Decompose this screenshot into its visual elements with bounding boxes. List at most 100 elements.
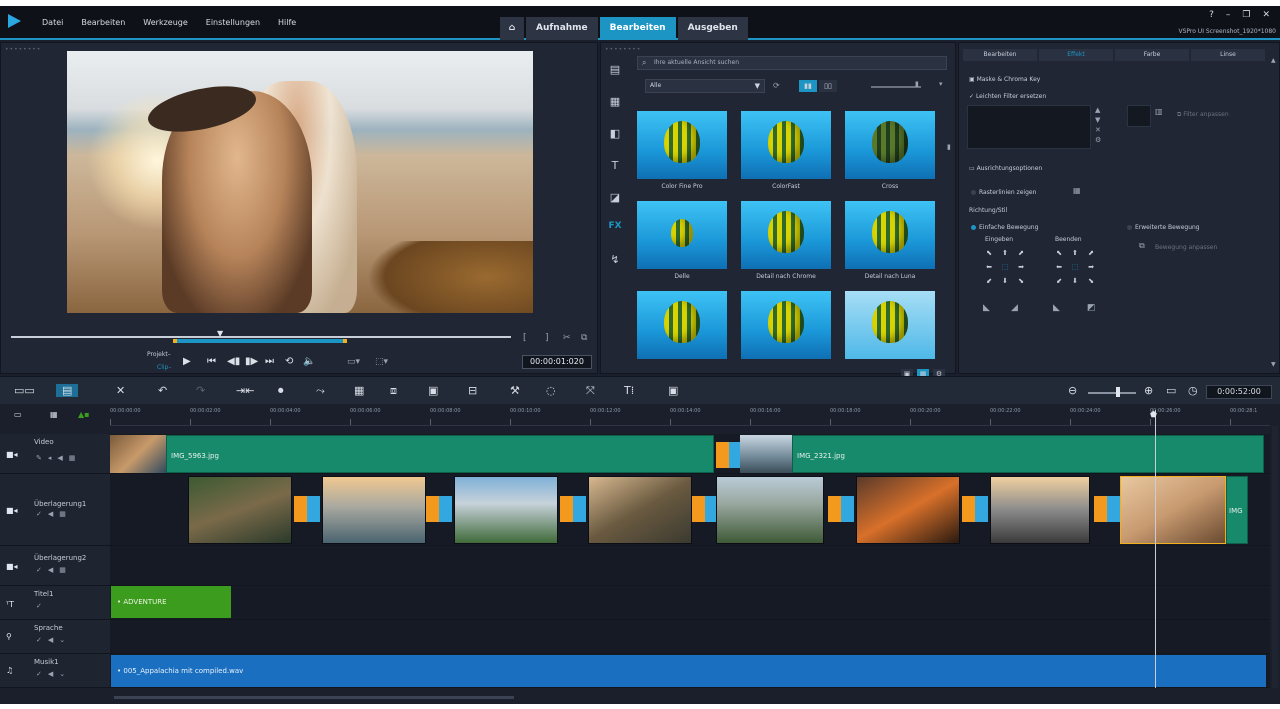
overlay-clip-end[interactable]: IMG bbox=[1226, 476, 1248, 544]
menu-file[interactable]: Datei bbox=[42, 18, 63, 27]
minimize-icon[interactable]: – bbox=[1226, 10, 1231, 20]
previous-frame-button[interactable]: ◀▮ bbox=[227, 356, 240, 367]
tools-icon[interactable]: ✕ bbox=[116, 384, 125, 397]
track-controls[interactable]: ✎◂◀▦ bbox=[36, 454, 81, 462]
tab-share[interactable]: Ausgeben bbox=[677, 17, 748, 40]
media-icon[interactable]: ▤ bbox=[607, 63, 623, 77]
volume-button[interactable]: 🔈 bbox=[303, 356, 315, 367]
track-header-video[interactable]: ■◂ Video ✎◂◀▦ bbox=[0, 434, 110, 474]
light-filter-checkbox[interactable]: ✓ Leichten Filter ersetzen bbox=[969, 93, 1046, 100]
stop-motion-icon[interactable]: ▣ bbox=[668, 384, 678, 397]
applied-filters-list[interactable] bbox=[967, 105, 1091, 149]
filter-fx-icon[interactable]: FX bbox=[607, 221, 623, 235]
next-frame-button[interactable]: ▮▶ bbox=[245, 356, 258, 367]
custom-motion-icon[interactable]: ⧉ bbox=[1139, 241, 1145, 251]
menu-edit[interactable]: Bearbeiten bbox=[81, 18, 125, 27]
overlay-clip-selected[interactable] bbox=[1120, 476, 1226, 544]
tab-color[interactable]: Farbe bbox=[1115, 49, 1189, 61]
transition-marker[interactable] bbox=[692, 496, 718, 522]
track-controls[interactable]: ✓◀⌄ bbox=[36, 636, 71, 644]
track-header-title[interactable]: ᵀT Titel1 ✓ bbox=[0, 586, 110, 620]
custom-motion-button[interactable]: Bewegung anpassen bbox=[1155, 244, 1217, 251]
clip-mode-label[interactable]: Clip– bbox=[157, 364, 171, 371]
fit-project-icon[interactable]: ▭ bbox=[1166, 384, 1176, 397]
library-search-input[interactable]: ⌕ Ihre aktuelle Ansicht suchen bbox=[637, 56, 947, 70]
video-clip-thumbnail[interactable] bbox=[740, 435, 792, 473]
grid-settings-icon[interactable]: ▦ bbox=[1073, 186, 1081, 195]
repeat-button[interactable]: ⟲ bbox=[285, 356, 293, 367]
timeline-horizontal-scrollbar[interactable] bbox=[114, 696, 514, 699]
play-button[interactable]: ▶ bbox=[183, 356, 191, 367]
align-options-button[interactable]: ▭ Ausrichtungsoptionen bbox=[969, 165, 1042, 172]
title-clip[interactable]: • ADVENTURE bbox=[111, 586, 231, 618]
scrub-handle-icon[interactable]: ▼ bbox=[217, 329, 223, 338]
auto-music-icon[interactable]: ◌ bbox=[546, 384, 556, 397]
transition-marker[interactable] bbox=[828, 496, 854, 522]
zoom-out-icon[interactable]: ⊖ bbox=[1068, 384, 1077, 397]
filter-thumbnail[interactable] bbox=[741, 201, 831, 269]
help-icon[interactable]: ? bbox=[1209, 10, 1214, 20]
show-grid-option[interactable]: Rasterlinien zeigen bbox=[971, 189, 1036, 196]
track-controls[interactable]: ✓◀⌄ bbox=[36, 670, 71, 678]
overlay-clip[interactable] bbox=[990, 476, 1090, 544]
library-menu-icon[interactable]: ▾ bbox=[939, 80, 943, 88]
rotate-before-icon[interactable]: ◣ bbox=[983, 303, 990, 313]
tab-lens[interactable]: Linse bbox=[1191, 49, 1265, 61]
preset-icon[interactable]: ▥ bbox=[1155, 107, 1163, 116]
lane-overlay1[interactable]: IMG bbox=[110, 474, 1270, 546]
list-view-button[interactable]: ▯▯ bbox=[819, 80, 837, 92]
pan-zoom-icon[interactable]: ⤧ bbox=[586, 384, 595, 398]
redo-icon[interactable]: ↷ bbox=[196, 384, 205, 397]
lane-voice[interactable] bbox=[110, 620, 1270, 654]
mark-out-icon[interactable]: ] bbox=[545, 333, 549, 343]
hd-preview-icon[interactable]: ▭▾ bbox=[347, 357, 360, 367]
zoom-slider-knob[interactable] bbox=[1116, 387, 1120, 397]
panel-grip[interactable]: •••••••• bbox=[5, 46, 41, 53]
tab-capture[interactable]: Aufnahme bbox=[526, 17, 598, 40]
lane-title[interactable] bbox=[110, 586, 1270, 620]
split-icon[interactable]: ✂ bbox=[563, 333, 571, 343]
transition-marker[interactable] bbox=[716, 442, 742, 468]
grid-view-button[interactable]: ▮▮ bbox=[799, 80, 817, 92]
filter-thumbnail[interactable] bbox=[845, 201, 935, 269]
tab-edit-options[interactable]: Bearbeiten bbox=[963, 49, 1037, 61]
overlay-clip[interactable] bbox=[716, 476, 824, 544]
split-screen-icon[interactable]: ⊟ bbox=[468, 384, 477, 397]
transition-icon[interactable]: ◧ bbox=[607, 127, 623, 141]
track-manager-icon[interactable]: ▭ bbox=[14, 410, 22, 419]
simple-motion-radio[interactable]: Einfache Bewegung bbox=[971, 224, 1038, 231]
motion-tracking-icon[interactable]: ⤳ bbox=[316, 384, 325, 398]
options-scrollbar[interactable]: ▲ bbox=[1271, 57, 1276, 64]
transition-marker[interactable] bbox=[962, 496, 988, 522]
library-filter-dropdown[interactable]: Alle ▼ bbox=[645, 79, 765, 93]
exit-direction-grid[interactable]: ⬉ ⬆ ⬈ ⬅ ⬚ ➡ ⬋ ⬇ ⬊ bbox=[1051, 249, 1099, 285]
timeline-view-icon[interactable]: ▤ bbox=[56, 384, 79, 397]
track-controls[interactable]: ✓◀▦ bbox=[36, 510, 72, 518]
filter-order-controls[interactable]: ▲ ▼ ✕ ⚙ bbox=[1095, 105, 1101, 145]
mask-chroma-option[interactable]: ▣ Maske & Chroma Key bbox=[969, 76, 1040, 83]
sound-mixer-icon[interactable]: ⚒ bbox=[510, 384, 520, 397]
overlay-clip[interactable] bbox=[322, 476, 426, 544]
record-icon[interactable]: ⏺ bbox=[278, 384, 284, 398]
video-clip-thumbnail[interactable] bbox=[110, 435, 166, 473]
track-header-overlay1[interactable]: ■◂ Überlagerung1 ✓◀▦ bbox=[0, 474, 110, 546]
mask-creator-icon[interactable]: ▣ bbox=[428, 384, 438, 397]
track-header-overlay2[interactable]: ■◂ Überlagerung2 ✓◀▦ bbox=[0, 546, 110, 586]
graphics-icon[interactable]: ◪ bbox=[607, 191, 623, 205]
trim-range[interactable] bbox=[173, 339, 347, 343]
overlay-clip[interactable] bbox=[454, 476, 558, 544]
fullscreen-icon[interactable]: ⧉ bbox=[581, 333, 587, 343]
video-clip[interactable]: IMG_5963.jpg bbox=[166, 435, 714, 473]
undo-icon[interactable]: ↶ bbox=[158, 384, 167, 397]
music-clip[interactable]: • 005_Appalachia mit compiled.wav bbox=[111, 655, 1266, 687]
filter-thumbnail[interactable] bbox=[741, 291, 831, 359]
time-remap-icon[interactable]: T⁞ bbox=[624, 384, 634, 397]
timecode-display[interactable]: 00:00:01:020 bbox=[522, 355, 592, 369]
instant-project-icon[interactable]: ▦ bbox=[607, 95, 623, 109]
playhead-handle-icon[interactable]: ⬟ bbox=[1150, 410, 1157, 419]
transition-marker[interactable] bbox=[294, 496, 320, 522]
track-header-voice[interactable]: ⚲ Sprache ✓◀⌄ bbox=[0, 620, 110, 654]
filter-thumbnail[interactable] bbox=[845, 291, 935, 359]
transition-marker[interactable] bbox=[560, 496, 586, 522]
thumbnail-size-slider[interactable] bbox=[871, 86, 921, 88]
